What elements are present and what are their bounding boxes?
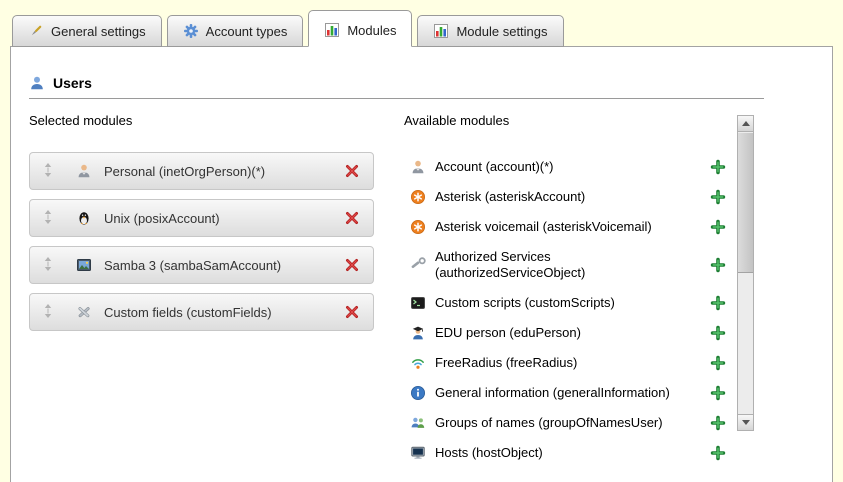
selected-module-row: Samba 3 (sambaSamAccount) — [29, 246, 374, 284]
tab-label: Account types — [206, 24, 288, 39]
tab-modules[interactable]: Modules — [308, 10, 412, 47]
available-module-label: Custom scripts (customScripts) — [435, 295, 615, 311]
tab-label: General settings — [51, 24, 146, 39]
scroll-up-icon — [742, 121, 750, 126]
selected-module-label: Samba 3 (sambaSamAccount) — [104, 258, 281, 273]
available-module-row: Authorized Services (authorizedServiceOb… — [404, 242, 726, 288]
wrench-icon — [28, 23, 44, 39]
computer-icon — [410, 445, 426, 461]
available-modules-list: Account (account)(*) Asterisk (asteriskAc… — [404, 152, 754, 470]
group-icon — [410, 415, 426, 431]
available-module-row: General information (generalInformation) — [404, 378, 726, 408]
available-module-row: EDU person (eduPerson) — [404, 318, 726, 348]
gear-icon — [183, 23, 199, 39]
available-module-row: Custom scripts (customScripts) — [404, 288, 726, 318]
remove-module-button[interactable] — [344, 210, 360, 226]
user-icon — [29, 75, 45, 91]
selected-module-row: Unix (posixAccount) — [29, 199, 374, 237]
available-module-row: Asterisk (asteriskAccount) — [404, 182, 726, 212]
add-module-button[interactable] — [710, 159, 726, 175]
person-icon — [76, 163, 92, 179]
add-module-button[interactable] — [710, 189, 726, 205]
asterisk-icon — [410, 189, 426, 205]
drag-handle-icon[interactable] — [43, 210, 59, 226]
scroll-down-button[interactable] — [738, 414, 753, 430]
scroll-up-button[interactable] — [738, 116, 753, 132]
selected-modules-list: Personal (inetOrgPerson)(*) Unix (posixAc… — [29, 152, 374, 331]
terminal-icon — [410, 295, 426, 311]
tab-label: Modules — [347, 23, 396, 38]
selected-module-row: Custom fields (customFields) — [29, 293, 374, 331]
pencils-icon — [76, 304, 92, 320]
tab-account-types[interactable]: Account types — [167, 15, 304, 47]
add-module-button[interactable] — [710, 219, 726, 235]
available-module-label: FreeRadius (freeRadius) — [435, 355, 577, 371]
available-module-row: Account (account)(*) — [404, 152, 726, 182]
available-module-label: Asterisk (asteriskAccount) — [435, 189, 585, 205]
remove-module-button[interactable] — [344, 304, 360, 320]
modules-columns: Selected modules Personal (inetOrgPerson… — [29, 113, 832, 470]
available-module-row: FreeRadius (freeRadius) — [404, 348, 726, 378]
selected-module-label: Personal (inetOrgPerson)(*) — [104, 164, 265, 179]
available-module-label: Authorized Services (authorizedServiceOb… — [435, 249, 695, 281]
available-module-label: General information (generalInformation) — [435, 385, 670, 401]
add-module-button[interactable] — [710, 325, 726, 341]
drag-handle-icon[interactable] — [43, 257, 59, 273]
available-module-row: Hosts (hostObject) — [404, 438, 726, 468]
add-module-button[interactable] — [710, 257, 726, 273]
samba-icon — [76, 257, 92, 273]
selected-modules-column: Selected modules Personal (inetOrgPerson… — [29, 113, 374, 470]
section-title: Users — [53, 75, 92, 91]
section-divider — [29, 98, 764, 99]
tab-bar: General settings Account types Modules M… — [0, 0, 843, 47]
available-module-label: Hosts (hostObject) — [435, 445, 543, 461]
tools-icon — [410, 257, 426, 273]
tux-icon — [76, 210, 92, 226]
chart-icon — [433, 23, 449, 39]
tab-label: Module settings — [456, 24, 547, 39]
drag-handle-icon[interactable] — [43, 163, 59, 179]
chart-icon — [324, 22, 340, 38]
available-module-row: Asterisk voicemail (asteriskVoicemail) — [404, 212, 726, 242]
scrollbar[interactable] — [737, 115, 754, 431]
info-icon — [410, 385, 426, 401]
section-heading: Users — [29, 75, 832, 91]
add-module-button[interactable] — [710, 355, 726, 371]
selected-module-label: Custom fields (customFields) — [104, 305, 272, 320]
available-module-row: Groups of names (groupOfNamesUser) — [404, 408, 726, 438]
scroll-down-icon — [742, 420, 750, 425]
available-module-label: Groups of names (groupOfNamesUser) — [435, 415, 663, 431]
available-module-label: Account (account)(*) — [435, 159, 554, 175]
person-icon — [410, 159, 426, 175]
graduate-icon — [410, 325, 426, 341]
asterisk-icon — [410, 219, 426, 235]
add-module-button[interactable] — [710, 385, 726, 401]
add-module-button[interactable] — [710, 295, 726, 311]
available-modules-header: Available modules — [404, 113, 754, 128]
tab-module-settings[interactable]: Module settings — [417, 15, 563, 47]
available-modules-column: Available modules Account (account)(*) As… — [404, 113, 754, 470]
selected-module-row: Personal (inetOrgPerson)(*) — [29, 152, 374, 190]
selected-modules-header: Selected modules — [29, 113, 374, 128]
tab-general-settings[interactable]: General settings — [12, 15, 162, 47]
drag-handle-icon[interactable] — [43, 304, 59, 320]
remove-module-button[interactable] — [344, 257, 360, 273]
available-module-label: EDU person (eduPerson) — [435, 325, 581, 341]
remove-module-button[interactable] — [344, 163, 360, 179]
selected-module-label: Unix (posixAccount) — [104, 211, 220, 226]
add-module-button[interactable] — [710, 415, 726, 431]
wifi-icon — [410, 355, 426, 371]
available-module-label: Asterisk voicemail (asteriskVoicemail) — [435, 219, 652, 235]
modules-panel: Users Selected modules Personal (inetOrg… — [10, 46, 833, 482]
add-module-button[interactable] — [710, 445, 726, 461]
lam-config-page: General settings Account types Modules M… — [0, 0, 843, 482]
scroll-thumb[interactable] — [738, 133, 753, 273]
